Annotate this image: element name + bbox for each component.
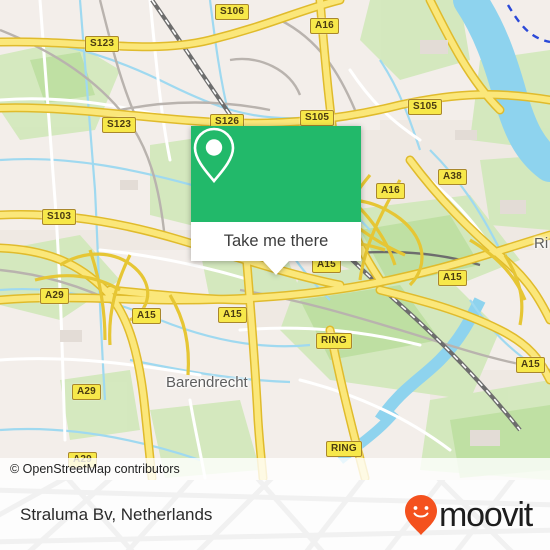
- footer-bar: Straluma Bv, Netherlands moovit: [0, 480, 550, 550]
- moovit-smiley-pin-icon: [405, 495, 438, 535]
- place-label: Barendrecht: [166, 374, 248, 391]
- road-shield: A29: [40, 288, 69, 304]
- page-title: Straluma Bv, Netherlands: [20, 505, 213, 524]
- take-me-there-label: Take me there: [223, 232, 329, 250]
- road-shield: A16: [376, 183, 405, 199]
- map-attribution[interactable]: © OpenStreetMap contributors: [0, 458, 550, 480]
- road-shield: S123: [85, 36, 120, 52]
- road-shield: S105: [408, 99, 443, 115]
- road-shield: A15: [438, 270, 467, 286]
- road-shield: S106: [215, 4, 250, 20]
- attribution-text: © OpenStreetMap contributors: [10, 462, 180, 476]
- road-shield: S105: [300, 110, 335, 126]
- road-shield: RING: [316, 333, 352, 349]
- place-label: Ri: [534, 235, 549, 252]
- popup-tail: [263, 261, 289, 275]
- moovit-wordmark: moovit: [439, 495, 533, 534]
- road-shield: S103: [42, 209, 77, 225]
- road-shield: A29: [72, 384, 101, 400]
- road-shield: S123: [102, 117, 137, 133]
- moovit-location-card: S106 A16 S123 S105 S123 S126 S105 A16 A38 S103 A15…: [0, 0, 550, 550]
- road-shield: A15: [132, 308, 161, 324]
- location-popup[interactable]: Take me there: [191, 126, 361, 275]
- take-me-there-button[interactable]: Take me there: [191, 222, 361, 261]
- location-pin-icon: [193, 127, 235, 184]
- road-shield: RING: [326, 441, 362, 457]
- road-shield: A15: [516, 357, 545, 373]
- road-shield: A16: [310, 18, 339, 34]
- road-shield: A15: [218, 307, 247, 323]
- map-canvas[interactable]: S106 A16 S123 S105 S123 S126 S105 A16 A38 S103 A15…: [0, 0, 550, 480]
- road-shield: A38: [438, 169, 467, 185]
- popup-header: [191, 126, 361, 222]
- moovit-logo: moovit: [404, 494, 533, 536]
